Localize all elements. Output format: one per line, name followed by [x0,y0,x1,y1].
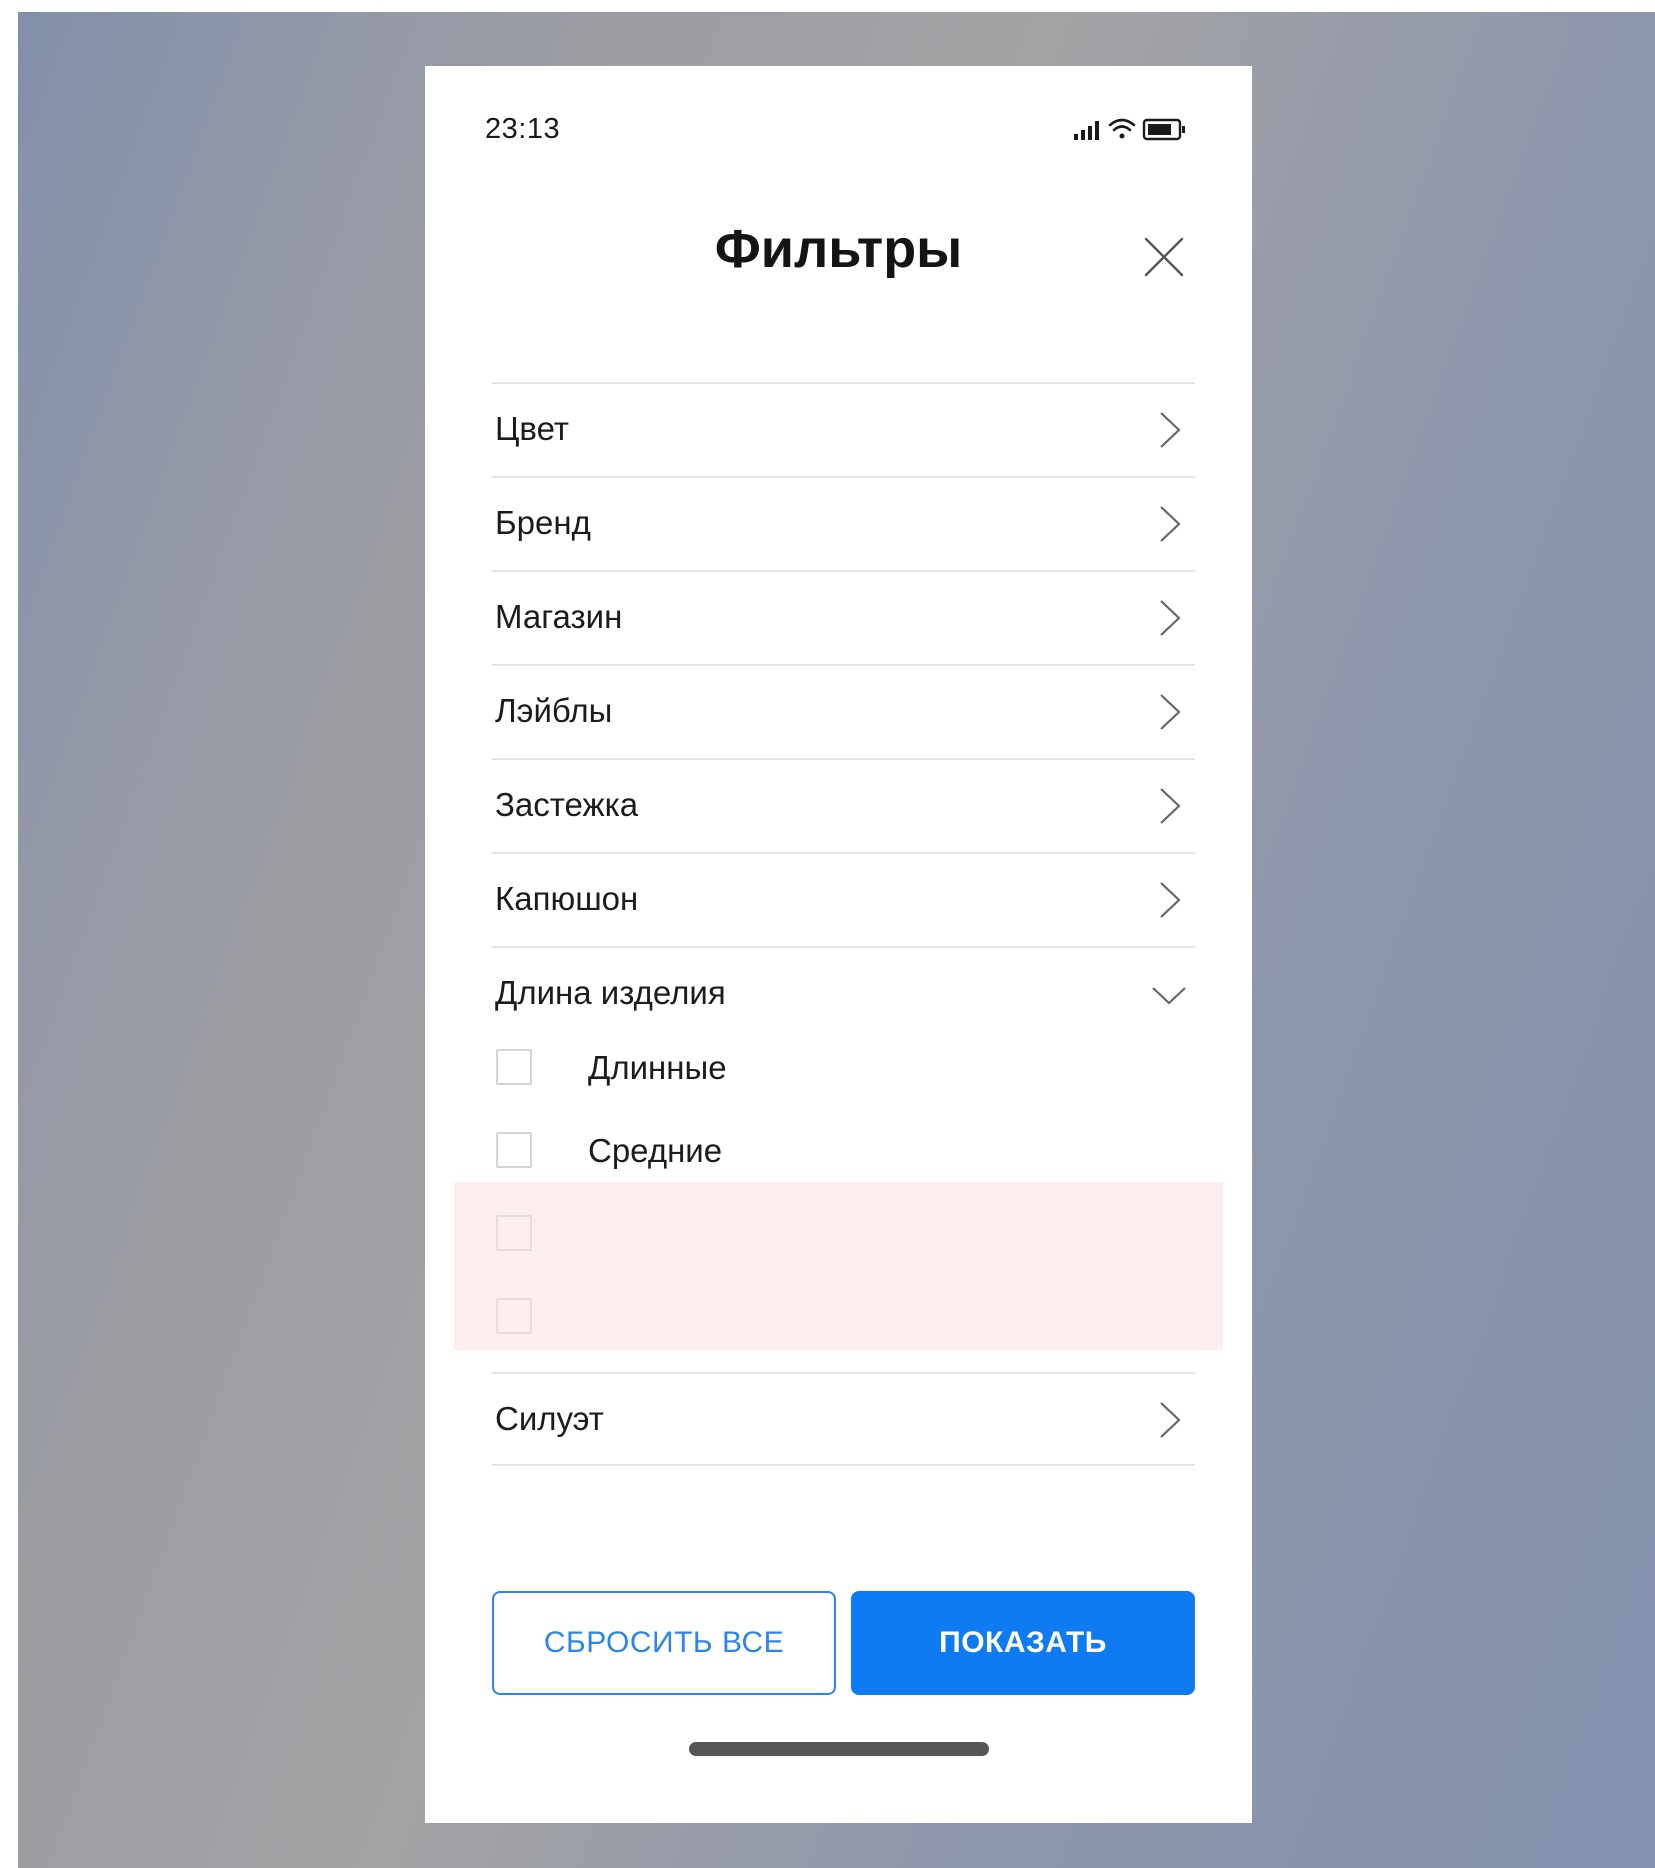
page-title: Фильтры [714,219,963,279]
chevron-right-icon [1160,1402,1181,1438]
home-indicator [689,1742,989,1756]
option-blank-2[interactable] [492,1288,1195,1348]
filter-item-color[interactable]: Цвет [492,382,1195,476]
battery-icon [1142,118,1185,141]
filter-item-label: Лэйблы [495,692,613,729]
filter-item-label: Капюшон [495,880,639,917]
chevron-right-icon [1160,788,1181,824]
checkbox[interactable] [496,1298,532,1334]
option-label: Длинные [588,1049,727,1086]
filter-item-label: Магазин [495,598,623,635]
chevron-right-icon [1160,506,1181,542]
highlighted-options [454,1182,1223,1350]
filter-item-labels[interactable]: Лэйблы [492,664,1195,758]
phone-screen: 23:13 Фильтры Цвет Бренд Магазин Лэйблы … [425,66,1252,1823]
filter-item-hood[interactable]: Капюшон [492,852,1195,946]
option-label: Средние [588,1132,723,1169]
signal-icon [1074,121,1099,140]
filter-item-brand[interactable]: Бренд [492,476,1195,570]
option-long[interactable]: Длинные [492,1039,1195,1099]
option-blank-1[interactable] [492,1205,1195,1265]
show-button[interactable]: ПОКАЗАТЬ [851,1591,1195,1695]
filter-item-label: Застежка [495,786,639,823]
filter-item-label: Бренд [495,504,591,541]
filter-item-fastener[interactable]: Застежка [492,758,1195,852]
reset-all-button[interactable]: СБРОСИТЬ ВСЕ [492,1591,836,1695]
filter-item-silhouette[interactable]: Силуэт [492,1372,1195,1466]
chevron-down-icon [1152,987,1186,1005]
filter-item-length-expanded: Длина изделия Длинные Средние [454,946,1223,1372]
chevron-right-icon [1160,412,1181,448]
filter-item-label: Длина изделия [495,974,726,1011]
filter-item-length-header[interactable]: Длина изделия [492,948,1195,1038]
close-icon[interactable] [1143,236,1185,278]
chevron-right-icon [1160,600,1181,636]
option-medium[interactable]: Средние [492,1122,1195,1182]
filter-item-store[interactable]: Магазин [492,570,1195,664]
checkbox[interactable] [496,1215,532,1251]
filter-item-label: Цвет [495,410,569,447]
wifi-icon [1108,118,1136,139]
chevron-right-icon [1160,882,1181,918]
status-icons [1074,118,1185,141]
chevron-right-icon [1160,694,1181,730]
filter-list: Цвет Бренд Магазин Лэйблы Застежка Капюш… [454,382,1223,1466]
checkbox[interactable] [496,1132,532,1168]
checkbox[interactable] [496,1049,532,1085]
status-time: 23:13 [485,113,561,145]
filter-item-label: Силуэт [495,1400,604,1437]
